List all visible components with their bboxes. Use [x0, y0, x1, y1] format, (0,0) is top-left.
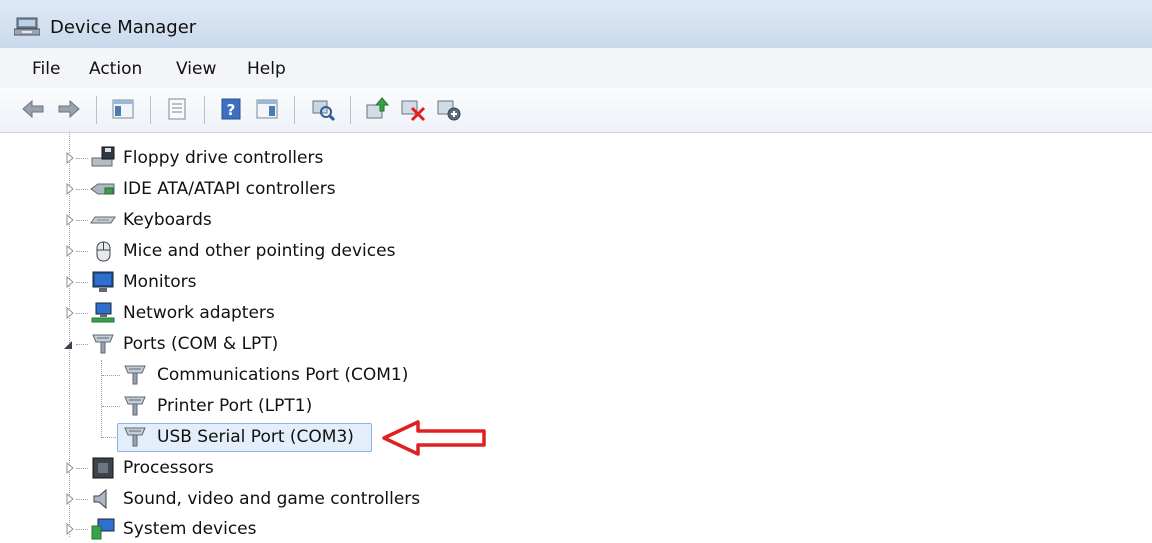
update-driver-icon[interactable]: [364, 96, 390, 122]
uninstall-icon[interactable]: [400, 96, 426, 122]
toolbar-separator: [96, 96, 97, 124]
port-icon: [122, 425, 148, 449]
toolbar-separator: [350, 96, 351, 124]
tree-connector: [76, 529, 88, 530]
expand-arrow-icon[interactable]: [64, 152, 76, 164]
toolbar-separator: [150, 96, 151, 124]
collapse-arrow-icon[interactable]: [62, 339, 74, 351]
expand-arrow-icon[interactable]: [64, 307, 76, 319]
tree-connector: [102, 437, 116, 438]
svg-text:?: ?: [227, 101, 236, 119]
tree-connector: [76, 468, 88, 469]
toolbar: ?: [0, 88, 1152, 133]
disable-icon[interactable]: [436, 96, 462, 122]
action-pane-icon[interactable]: [254, 96, 280, 122]
toolbar-separator: [204, 96, 205, 124]
expand-arrow-icon[interactable]: [64, 183, 76, 195]
processor-icon: [90, 456, 116, 480]
tree-connector: [76, 189, 88, 190]
tree-node-label: IDE ATA/ATAPI controllers: [123, 179, 336, 199]
tree-node-network-adapters[interactable]: Network adapters: [0, 299, 600, 327]
tree-connector: [76, 344, 88, 345]
forward-icon[interactable]: [56, 96, 82, 122]
tree-node-processors[interactable]: Processors: [0, 454, 600, 482]
tree-node-system-devices[interactable]: System devices: [0, 515, 600, 543]
tree-node-monitors[interactable]: Monitors: [0, 268, 600, 296]
menu-view[interactable]: View: [176, 59, 216, 79]
tree-node-communications-port[interactable]: Communications Port (COM1): [0, 361, 600, 389]
menu-help[interactable]: Help: [247, 59, 286, 79]
scan-hardware-icon[interactable]: [310, 96, 336, 122]
tree-node-sound-video-game[interactable]: Sound, video and game controllers: [0, 485, 600, 513]
expand-arrow-icon[interactable]: [64, 523, 76, 535]
port-icon: [122, 394, 148, 418]
window-title: Device Manager: [50, 17, 197, 38]
properties-icon[interactable]: [164, 96, 190, 122]
tree-node-label: Sound, video and game controllers: [123, 489, 421, 509]
tree-connector: [76, 282, 88, 283]
expand-arrow-icon[interactable]: [64, 214, 76, 226]
tree-connector: [102, 375, 120, 376]
tree-node-floppy-drive-controllers[interactable]: Floppy drive controllers: [0, 144, 600, 172]
keyboard-icon: [90, 208, 116, 232]
tree-node-label: Network adapters: [123, 303, 275, 323]
tree-connector: [76, 158, 88, 159]
tree-connector: [76, 251, 88, 252]
tree-node-keyboards[interactable]: Keyboards: [0, 206, 600, 234]
network-adapter-icon: [90, 301, 116, 325]
tree-node-label: Ports (COM & LPT): [123, 334, 279, 354]
red-arrow-icon: [380, 418, 488, 458]
menu-action[interactable]: Action: [89, 59, 142, 79]
tree-node-label: Processors: [123, 458, 214, 478]
tree-connector: [76, 220, 88, 221]
menu-bar: File Action View Help: [0, 48, 1152, 89]
device-tree: Floppy drive controllers IDE ATA/ATAPI c…: [0, 132, 1152, 540]
show-hide-console-tree-icon[interactable]: [110, 96, 136, 122]
back-icon[interactable]: [20, 96, 46, 122]
tree-node-label: Floppy drive controllers: [123, 148, 324, 168]
mouse-icon: [90, 239, 116, 263]
ide-controller-icon: [90, 177, 116, 201]
tree-connector: [102, 406, 120, 407]
device-manager-icon: [13, 16, 41, 36]
tree-node-label: Monitors: [123, 272, 197, 292]
expand-arrow-icon[interactable]: [64, 462, 76, 474]
expand-arrow-icon[interactable]: [64, 245, 76, 257]
expand-arrow-icon[interactable]: [64, 493, 76, 505]
system-devices-icon: [90, 517, 116, 541]
title-bar: Device Manager: [0, 0, 1152, 48]
help-icon[interactable]: ?: [218, 96, 244, 122]
tree-connector: [76, 499, 88, 500]
tree-node-label: Communications Port (COM1): [157, 365, 409, 385]
tree-node-ide-ata-atapi-controllers[interactable]: IDE ATA/ATAPI controllers: [0, 175, 600, 203]
floppy-drive-icon: [90, 146, 116, 170]
tree-node-mice[interactable]: Mice and other pointing devices: [0, 237, 600, 265]
expand-arrow-icon[interactable]: [64, 276, 76, 288]
tree-node-label: Mice and other pointing devices: [123, 241, 396, 261]
tree-node-label: USB Serial Port (COM3): [157, 427, 354, 447]
port-icon: [122, 363, 148, 387]
monitor-icon: [90, 270, 116, 294]
menu-file[interactable]: File: [32, 59, 60, 79]
toolbar-separator: [294, 96, 295, 124]
tree-node-ports[interactable]: Ports (COM & LPT): [0, 330, 600, 358]
port-icon: [90, 332, 116, 356]
tree-node-label: Printer Port (LPT1): [157, 396, 313, 416]
tree-node-printer-port[interactable]: Printer Port (LPT1): [0, 392, 600, 420]
tree-node-usb-serial-port[interactable]: USB Serial Port (COM3): [0, 423, 600, 452]
tree-connector: [76, 313, 88, 314]
speaker-icon: [90, 487, 116, 511]
tree-node-label: Keyboards: [123, 210, 212, 230]
